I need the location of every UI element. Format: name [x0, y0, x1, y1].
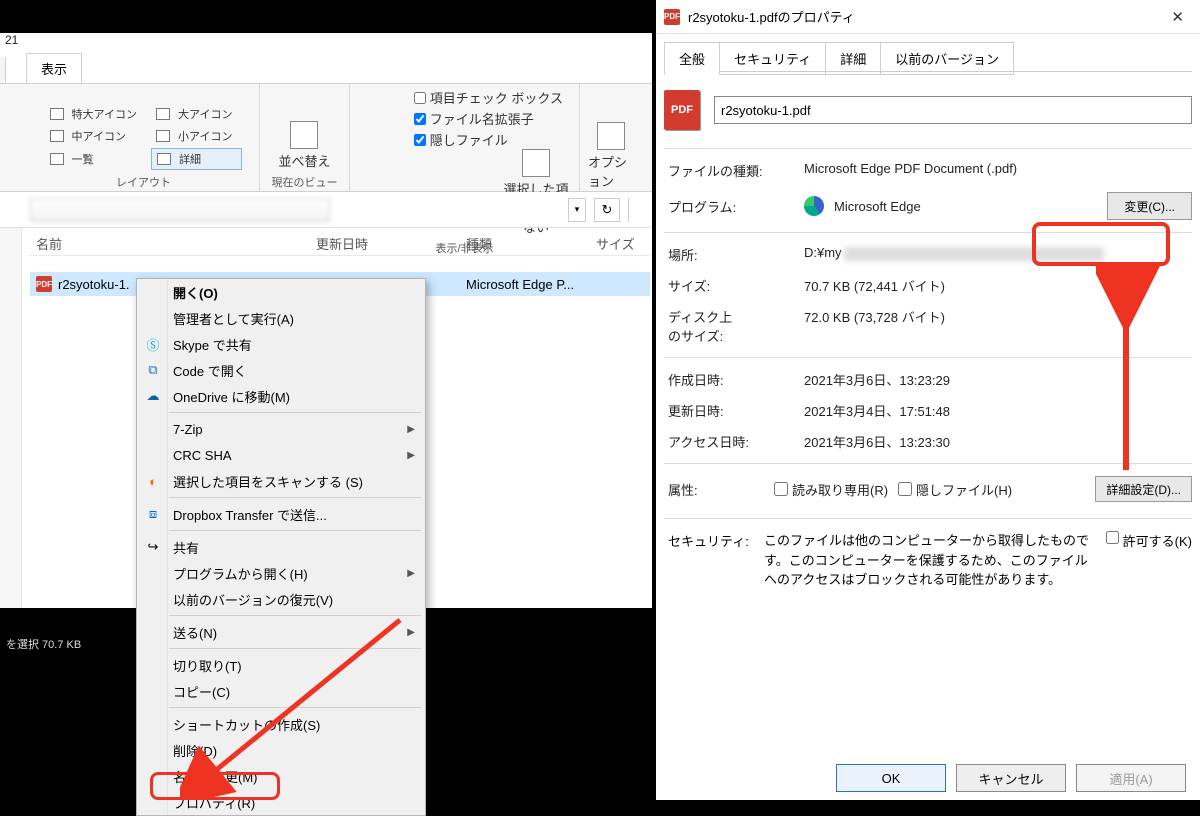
skype-icon: Ⓢ	[145, 336, 161, 352]
advanced-button[interactable]: 詳細設定(D)...	[1095, 476, 1192, 502]
val-disksize: 72.0 KB (73,728 バイト)	[804, 307, 1192, 345]
options-button[interactable]: オプション	[588, 122, 634, 190]
lbl-size: サイズ:	[664, 276, 804, 295]
val-security-text: このファイルは他のコンピューターから取得したものです。このコンピューターを保護す…	[764, 531, 1098, 590]
ctx-copy[interactable]: コピー(C)	[137, 678, 425, 704]
layout-xl[interactable]: 特大アイコン	[67, 105, 142, 123]
column-headers[interactable]: 名前 更新日時 種類 サイズ	[30, 232, 650, 256]
apply-button[interactable]: 適用(A)	[1076, 764, 1186, 792]
col-date[interactable]: 更新日時	[310, 234, 460, 253]
lbl-disksize: ディスク上 のサイズ:	[664, 307, 804, 345]
ctx-crc[interactable]: CRC SHA▶	[137, 442, 425, 468]
status-bar: を選択 70.7 KB	[0, 636, 140, 656]
lbl-location: 場所:	[664, 245, 804, 264]
ctx-rename[interactable]: 名前の変更(M)	[137, 763, 425, 789]
ribbon: 特大アイコン 大アイコン 中アイコン 小アイコン 一覧 詳細 レイアウト 並べ替…	[0, 84, 652, 192]
lbl-created: 作成日時:	[664, 370, 804, 389]
group-layout-caption: レイアウト	[116, 170, 171, 190]
layout-l[interactable]: 大アイコン	[173, 105, 237, 123]
ok-button[interactable]: OK	[836, 764, 946, 792]
ctx-7zip[interactable]: 7-Zip▶	[137, 416, 425, 442]
ctx-delete[interactable]: 削除(D)	[137, 737, 425, 763]
file-type-cell: Microsoft Edge P...	[466, 277, 574, 292]
ctx-cut[interactable]: 切り取り(T)	[137, 652, 425, 678]
lbl-program: プログラム:	[664, 197, 804, 216]
lbl-accessed: アクセス日時:	[664, 432, 804, 451]
pdf-icon-large: PDF	[664, 90, 700, 130]
dialog-buttons: OK キャンセル 適用(A)	[656, 764, 1200, 792]
val-filetype: Microsoft Edge PDF Document (.pdf)	[804, 161, 1192, 180]
ctx-run-admin[interactable]: 管理者として実行(A)	[137, 305, 425, 331]
val-accessed: 2021年3月6日、13:23:30	[804, 432, 1192, 451]
layout-list[interactable]: 一覧	[67, 150, 99, 168]
tab-general[interactable]: 全般	[664, 42, 720, 75]
ctx-share[interactable]: ↪共有	[137, 534, 425, 560]
val-location: D:¥my	[804, 245, 1192, 264]
pdf-icon: PDF	[36, 276, 52, 292]
ctx-skype[interactable]: ⓈSkype で共有	[137, 331, 425, 357]
layout-m[interactable]: 中アイコン	[67, 127, 131, 145]
options-label: オプション	[588, 152, 634, 190]
ctx-openwith[interactable]: プログラムから開く(H)▶	[137, 560, 425, 586]
filename-field[interactable]	[714, 96, 1192, 124]
ctx-shortcut[interactable]: ショートカットの作成(S)	[137, 711, 425, 737]
ctx-restore[interactable]: 以前のバージョンの復元(V)	[137, 586, 425, 612]
layout-details[interactable]: 詳細	[174, 150, 206, 168]
chk-itemcheckbox[interactable]: 項目チェック ボックス	[414, 88, 563, 107]
dropbox-icon: ⧈	[145, 506, 161, 522]
explorer-tabs: 表示	[0, 52, 652, 84]
sort-label: 並べ替え	[278, 151, 330, 170]
col-type[interactable]: 種類	[460, 234, 590, 253]
val-program: Microsoft Edge	[834, 199, 921, 214]
refresh-button[interactable]: ↻	[594, 198, 620, 222]
ctx-dropbox[interactable]: ⧈Dropbox Transfer で送信...	[137, 501, 425, 527]
lbl-security: セキュリティ:	[664, 531, 764, 590]
ctx-onedrive[interactable]: ☁OneDrive に移動(M)	[137, 383, 425, 409]
properties-titlebar: PDF r2syotoku-1.pdfのプロパティ ✕	[656, 0, 1200, 34]
ctx-code[interactable]: ⧉Code で開く	[137, 357, 425, 383]
group-view-caption: 現在のビュー	[272, 170, 338, 190]
properties-title: r2syotoku-1.pdfのプロパティ	[688, 7, 855, 26]
col-size[interactable]: サイズ	[590, 234, 635, 253]
edge-icon	[804, 196, 824, 216]
pdf-icon: PDF	[664, 9, 680, 25]
context-menu: 開く(O) 管理者として実行(A) ⓈSkype で共有 ⧉Code で開く ☁…	[136, 278, 426, 816]
layout-options[interactable]: 特大アイコン 大アイコン 中アイコン 小アイコン 一覧 詳細	[45, 104, 243, 170]
date-fragment: 21	[5, 33, 18, 47]
ctx-scan[interactable]: ◐選択した項目をスキャンする (S)	[137, 468, 425, 494]
avast-icon: ◐	[145, 473, 161, 489]
vscode-icon: ⧉	[145, 362, 161, 378]
lbl-filetype: ファイルの種類:	[664, 161, 804, 180]
chk-permit[interactable]: 許可する(K)	[1106, 531, 1192, 590]
val-created: 2021年3月6日、13:23:29	[804, 370, 1192, 389]
layout-s[interactable]: 小アイコン	[173, 127, 237, 145]
chk-hidden-file[interactable]: 隠しファイル(H)	[898, 480, 1012, 499]
address-field[interactable]	[30, 198, 330, 222]
chk-hidden[interactable]: 隠しファイル	[414, 130, 563, 149]
onedrive-icon: ☁	[145, 388, 161, 404]
lbl-attr: 属性:	[664, 480, 764, 499]
col-name[interactable]: 名前	[30, 234, 310, 253]
val-size: 70.7 KB (72,441 バイト)	[804, 276, 1192, 295]
address-bar: ▾ ↻	[0, 192, 652, 228]
val-modified: 2021年3月4日、17:51:48	[804, 401, 1192, 420]
sort-button[interactable]: 並べ替え	[278, 121, 330, 170]
ctx-open[interactable]: 開く(O)	[137, 279, 425, 305]
ctx-sendto[interactable]: 送る(N)▶	[137, 619, 425, 645]
cancel-button[interactable]: キャンセル	[956, 764, 1066, 792]
chk-readonly[interactable]: 読み取り専用(R)	[774, 480, 888, 499]
share-icon: ↪	[145, 539, 161, 555]
chk-extensions[interactable]: ファイル名拡張子	[414, 109, 563, 128]
close-button[interactable]: ✕	[1163, 4, 1192, 30]
ctx-properties[interactable]: プロパティ(R)	[137, 789, 425, 815]
change-button[interactable]: 変更(C)...	[1107, 192, 1192, 220]
lbl-modified: 更新日時:	[664, 401, 804, 420]
tab-view[interactable]: 表示	[26, 53, 82, 83]
address-dropdown[interactable]: ▾	[568, 198, 586, 222]
